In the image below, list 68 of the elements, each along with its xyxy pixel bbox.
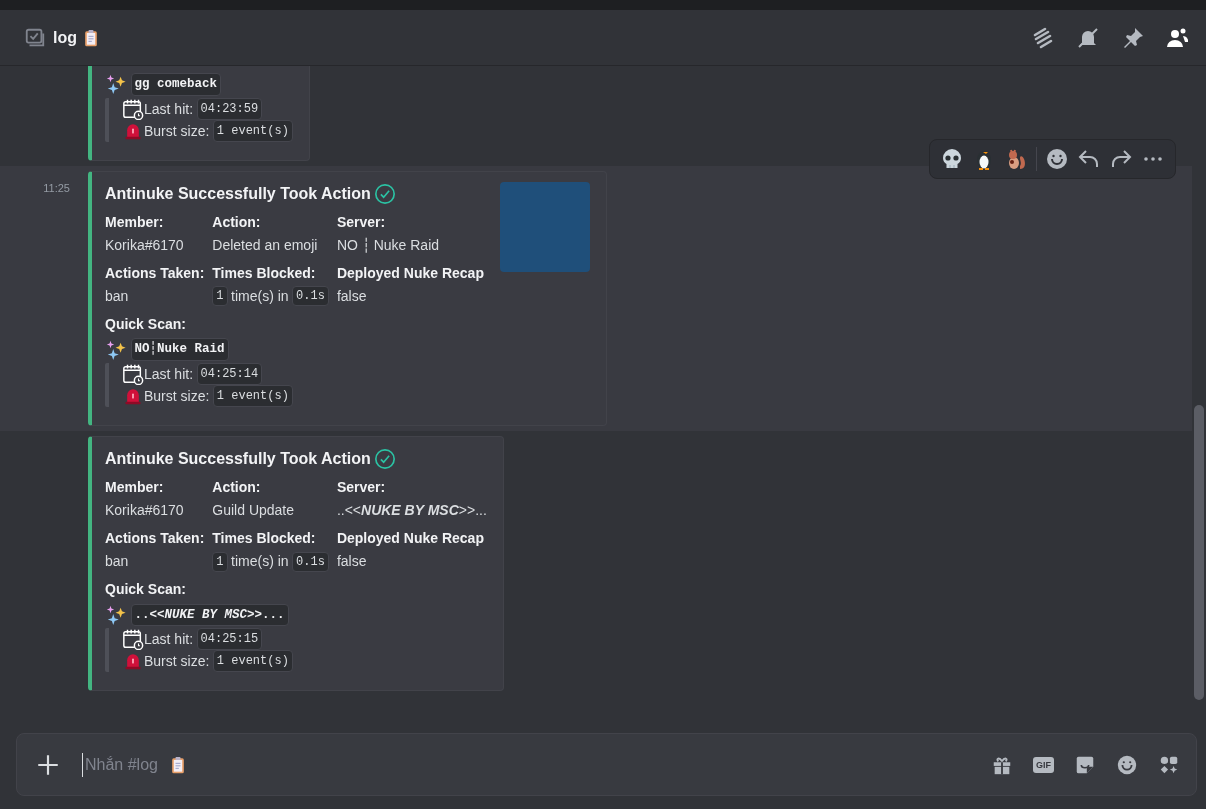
field-value: ban	[105, 286, 129, 306]
smiley-icon	[1116, 753, 1138, 776]
field-value: NO ┆ Nuke Raid	[336, 235, 440, 255]
last-hit-time: 04:25:14	[196, 363, 263, 385]
gif-button[interactable]: GIF	[1033, 756, 1054, 773]
embed-title: Antinuke Successfully Took Action	[105, 183, 371, 204]
channel-name: log	[53, 27, 77, 48]
last-hit-label: Last hit:	[144, 99, 194, 119]
burst-size-value: 1 event(s)	[212, 650, 293, 673]
field-value: Deleted an emoji	[212, 235, 318, 255]
embed-title: Antinuke Successfully Took Action	[105, 449, 371, 469]
field-label: Member:	[105, 212, 165, 232]
last-hit-label: Last hit:	[144, 365, 194, 384]
check-circle-icon	[374, 182, 397, 205]
last-hit-label: Last hit:	[144, 630, 194, 650]
code-value: 1	[212, 551, 228, 572]
code-value: 1	[212, 286, 228, 307]
last-hit-time: 04:23:59	[196, 97, 263, 120]
field-label: Times Blocked:	[212, 263, 317, 283]
field-label: Deployed Nuke Recap	[336, 529, 485, 548]
field-label: Server:	[336, 212, 387, 232]
message-input[interactable]: Nhắn #log	[82, 752, 168, 777]
channel-checkbox-icon	[24, 26, 46, 49]
message-timestamp: 11:25	[43, 181, 70, 194]
burst-size-label: Burst size:	[144, 121, 210, 141]
emoji-button[interactable]	[1116, 753, 1138, 776]
sparkles-icon	[105, 73, 127, 96]
field-value: Korika#6170	[105, 501, 184, 520]
calendar-icon	[122, 363, 144, 385]
field-label: Action:	[212, 212, 262, 232]
field-value: time(s) in	[231, 286, 289, 306]
field-value: time(s) in	[231, 552, 289, 571]
field-label: Quick Scan:	[105, 314, 187, 334]
calendar-icon	[122, 97, 144, 120]
field-label: Quick Scan:	[105, 580, 187, 599]
field-label: Server:	[336, 478, 387, 497]
scrollbar-thumb[interactable]	[1194, 405, 1204, 700]
sparkles-icon	[105, 338, 127, 361]
field-label: Actions Taken:	[105, 529, 205, 548]
field-value: Korika#6170	[105, 235, 184, 255]
field-label: Times Blocked:	[212, 529, 317, 548]
calendar-icon	[122, 628, 144, 651]
code-value: 0.1s	[292, 551, 329, 572]
burst-size-value: 1 event(s)	[212, 385, 293, 407]
code-value: 0.1s	[292, 286, 329, 307]
muted-bell-icon[interactable]	[1076, 25, 1100, 50]
field-label: Member:	[105, 478, 165, 497]
last-hit-time: 04:25:15	[196, 628, 263, 651]
field-value: false	[336, 286, 367, 306]
sparkles-icon	[105, 603, 127, 626]
field-label: Action:	[212, 478, 262, 497]
scan-name: gg comeback	[130, 73, 221, 96]
field-value: ..<<NUKE BY MSC>>...	[336, 501, 487, 520]
field-value: Guild Update	[212, 501, 295, 520]
smiley-icon	[1045, 146, 1069, 171]
burst-size-label: Burst size:	[144, 652, 210, 672]
skull-icon	[940, 146, 964, 171]
scan-name: NO┆Nuke Raid	[130, 338, 229, 361]
field-value: ban	[105, 552, 129, 571]
burst-size-label: Burst size:	[144, 387, 210, 406]
field-label: Deployed Nuke Recap	[336, 263, 484, 283]
field-label: Actions Taken:	[105, 263, 205, 283]
check-circle-icon	[374, 448, 397, 470]
scan-name: ..<<NUKE BY MSC>>...	[130, 603, 289, 627]
burst-size-value: 1 event(s)	[212, 119, 293, 142]
threads-icon[interactable]	[1031, 25, 1055, 50]
field-value: false	[336, 552, 367, 571]
ellipsis-icon	[1143, 156, 1163, 161]
